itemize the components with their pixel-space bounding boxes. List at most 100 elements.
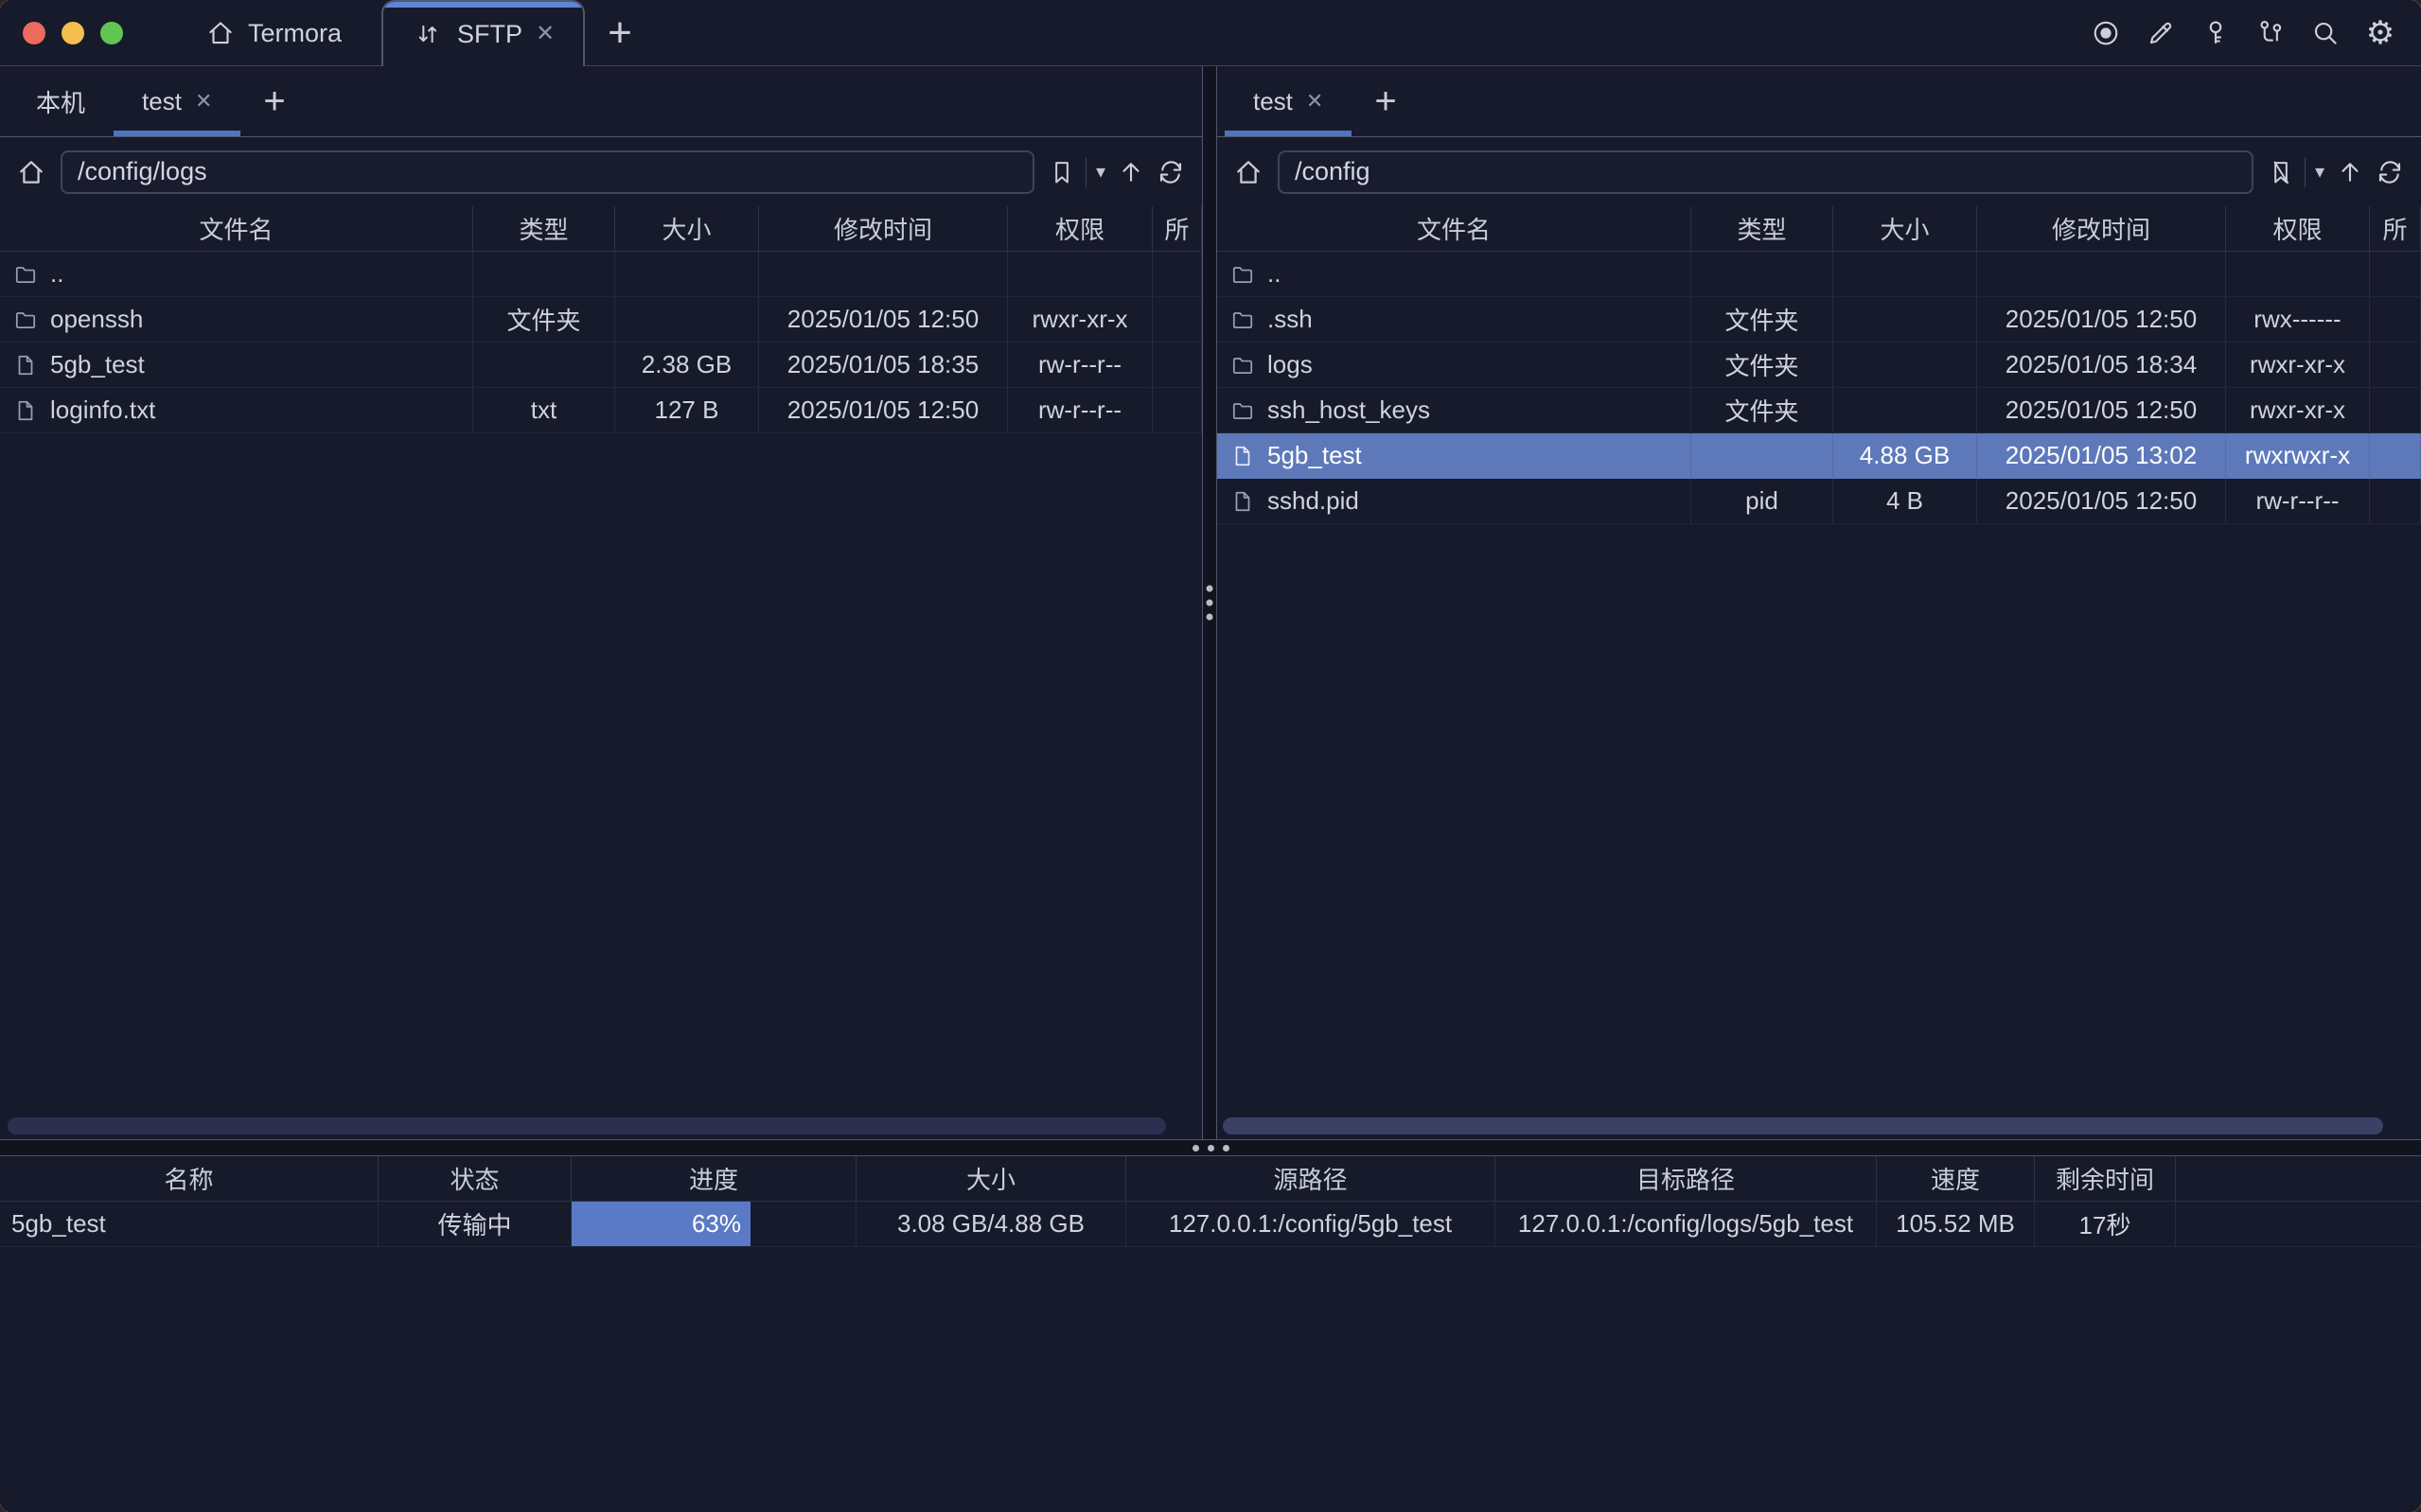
column-header-type[interactable]: 类型 [1691, 206, 1833, 252]
column-header-target[interactable]: 目标路径 [1495, 1156, 1877, 1202]
separator [1086, 157, 1087, 187]
zoom-window-button[interactable] [100, 22, 123, 44]
column-header-name[interactable]: 名称 [0, 1156, 379, 1202]
folder-icon [1230, 262, 1255, 287]
close-left-tab-icon[interactable]: ✕ [195, 91, 212, 112]
new-window-tab-button[interactable]: + [585, 0, 655, 66]
transfer-row[interactable]: 5gb_test 传输中 63% 3.08 GB/4.88 GB 127.0.0… [0, 1202, 2421, 1247]
search-icon[interactable] [2309, 17, 2341, 49]
column-header-owner[interactable]: 所 [1153, 206, 1202, 252]
transfer-panel: 名称 状态 进度 大小 源路径 目标路径 速度 剩余时间 5gb_test 传输… [0, 1155, 2421, 1512]
table-row[interactable]: 5gb_test 2.38 GB 2025/01/05 18:35 rw-r--… [0, 343, 1202, 388]
column-header-size[interactable]: 大小 [857, 1156, 1126, 1202]
close-sftp-tab-icon[interactable]: ✕ [536, 23, 555, 45]
left-tab-test[interactable]: test ✕ [114, 66, 240, 136]
transfer-status: 传输中 [379, 1202, 572, 1247]
table-row-selected[interactable]: 5gb_test 4.88 GB 2025/01/05 13:02 rwxrwx… [1217, 433, 2421, 479]
close-window-button[interactable] [23, 22, 45, 44]
titlebar-actions: ⚙ [2090, 0, 2421, 66]
transfer-speed: 105.52 MB [1877, 1202, 2035, 1247]
tab-sftp[interactable]: SFTP ✕ [381, 0, 585, 66]
column-header-source[interactable]: 源路径 [1126, 1156, 1495, 1202]
left-path-input[interactable] [61, 150, 1034, 194]
column-header-modified[interactable]: 修改时间 [759, 206, 1008, 252]
left-tab-local[interactable]: 本机 [8, 66, 114, 136]
refresh-icon[interactable] [1155, 156, 1187, 188]
right-path-bar: ▾ [1217, 137, 2421, 206]
up-directory-icon[interactable] [2334, 156, 2366, 188]
close-right-tab-icon[interactable]: ✕ [1306, 91, 1323, 112]
right-horizontal-scrollbar[interactable] [1223, 1117, 2383, 1134]
key-icon[interactable] [2200, 17, 2232, 49]
tab-termora-home[interactable]: Termora [180, 0, 366, 66]
transfer-arrows-icon [412, 18, 444, 50]
up-directory-icon[interactable] [1115, 156, 1147, 188]
right-tab-test[interactable]: test ✕ [1225, 66, 1352, 136]
table-row[interactable]: openssh 文件夹 2025/01/05 12:50 rwxr-xr-x [0, 297, 1202, 343]
column-header-owner[interactable]: 所 [2370, 206, 2421, 252]
column-header-empty [2176, 1156, 2421, 1202]
left-path-bar: ▾ [0, 137, 1202, 206]
bookmark-dropdown-icon[interactable]: ▾ [2313, 160, 2326, 184]
file-icon [13, 353, 38, 378]
split-divider-horizontal[interactable] [0, 1140, 2421, 1155]
titlebar: Termora SFTP ✕ + [0, 0, 2421, 66]
file-icon [1230, 489, 1255, 514]
active-tab-accent [383, 2, 583, 8]
folder-icon [1230, 308, 1255, 332]
transfer-progress-bar: 63% [572, 1202, 857, 1247]
table-row[interactable]: .ssh 文件夹 2025/01/05 12:50 rwx------ [1217, 297, 2421, 343]
refresh-icon[interactable] [2374, 156, 2406, 188]
transfer-name: 5gb_test [0, 1202, 379, 1247]
bookmark-icon[interactable] [1046, 156, 1078, 188]
table-row[interactable]: logs 文件夹 2025/01/05 18:34 rwxr-xr-x [1217, 343, 2421, 388]
right-tab-test-label: test [1253, 87, 1293, 116]
right-table-header: 文件名 类型 大小 修改时间 权限 所 [1217, 206, 2421, 252]
file-icon [1230, 444, 1255, 468]
split-divider-vertical[interactable] [1202, 66, 1217, 1139]
left-home-icon[interactable] [13, 154, 49, 190]
left-table-header: 文件名 类型 大小 修改时间 权限 所 [0, 206, 1202, 252]
left-horizontal-scrollbar[interactable] [8, 1117, 1166, 1134]
column-header-permissions[interactable]: 权限 [1008, 206, 1153, 252]
file-icon [13, 398, 38, 423]
column-header-size[interactable]: 大小 [1833, 206, 1977, 252]
transfer-empty-cell [2176, 1202, 2421, 1247]
bookmark-dropdown-icon[interactable]: ▾ [1094, 160, 1107, 184]
column-header-filename[interactable]: 文件名 [0, 206, 473, 252]
record-icon[interactable] [2090, 17, 2122, 49]
column-header-size[interactable]: 大小 [615, 206, 759, 252]
separator [2305, 157, 2306, 187]
table-row[interactable]: sshd.pid pid 4 B 2025/01/05 12:50 rw-r--… [1217, 479, 2421, 524]
right-home-icon[interactable] [1230, 154, 1266, 190]
left-path-actions: ▾ [1046, 156, 1187, 188]
table-row[interactable]: ssh_host_keys 文件夹 2025/01/05 12:50 rwxr-… [1217, 388, 2421, 433]
left-file-pane: 本机 test ✕ + ▾ [0, 66, 1202, 1139]
table-row[interactable]: .. [0, 252, 1202, 297]
branch-icon[interactable] [2254, 17, 2287, 49]
column-header-filename[interactable]: 文件名 [1217, 206, 1691, 252]
column-header-progress[interactable]: 进度 [572, 1156, 857, 1202]
window-controls [0, 0, 146, 66]
column-header-permissions[interactable]: 权限 [2226, 206, 2370, 252]
table-row[interactable]: loginfo.txt txt 127 B 2025/01/05 12:50 r… [0, 388, 1202, 433]
table-row[interactable]: .. [1217, 252, 2421, 297]
column-header-status[interactable]: 状态 [379, 1156, 572, 1202]
right-add-tab-button[interactable]: + [1352, 66, 1419, 136]
left-tab-local-label: 本机 [36, 84, 85, 119]
settings-gear-icon[interactable]: ⚙ [2364, 17, 2396, 49]
transfer-target: 127.0.0.1:/config/logs/5gb_test [1495, 1202, 1877, 1247]
transfer-source: 127.0.0.1:/config/5gb_test [1126, 1202, 1495, 1247]
column-header-type[interactable]: 类型 [473, 206, 615, 252]
app-window: Termora SFTP ✕ + [0, 0, 2421, 1512]
column-header-remaining[interactable]: 剩余时间 [2035, 1156, 2176, 1202]
column-header-speed[interactable]: 速度 [1877, 1156, 2035, 1202]
left-add-tab-button[interactable]: + [240, 66, 308, 136]
minimize-window-button[interactable] [62, 22, 84, 44]
column-header-modified[interactable]: 修改时间 [1977, 206, 2226, 252]
right-file-pane: test ✕ + ▾ [1217, 66, 2421, 1139]
bookmark-slash-icon[interactable] [2265, 156, 2297, 188]
home-icon [204, 17, 237, 49]
edit-pencil-icon[interactable] [2145, 17, 2177, 49]
right-path-input[interactable] [1278, 150, 2253, 194]
